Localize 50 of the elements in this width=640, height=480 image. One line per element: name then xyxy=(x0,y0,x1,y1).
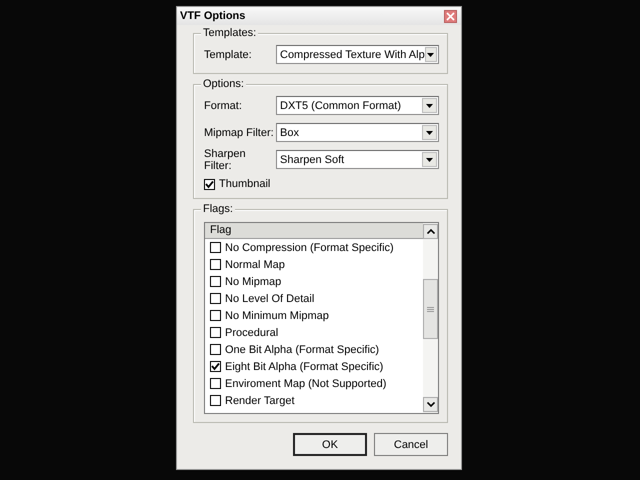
checkbox-label: No Level Of Detail xyxy=(225,292,314,304)
dropdown-arrow-icon xyxy=(426,130,433,134)
cancel-button[interactable]: Cancel xyxy=(374,433,448,456)
checkbox[interactable] xyxy=(210,378,221,389)
group-legend: Flags: xyxy=(201,203,235,215)
field-label: Mipmap Filter: xyxy=(204,126,275,138)
field-label: Format: xyxy=(204,100,243,112)
close-button[interactable] xyxy=(444,10,457,22)
group-legend: Options: xyxy=(201,78,246,90)
checkbox[interactable] xyxy=(210,276,221,287)
checkbox-label: No Compression (Format Specific) xyxy=(225,242,394,254)
grip-icon xyxy=(427,306,434,312)
dropdown-arrow-icon xyxy=(427,52,434,56)
checkbox[interactable] xyxy=(210,293,221,304)
checkbox-label: No Mipmap xyxy=(225,276,282,288)
dropdown-field[interactable]: Sharpen Soft xyxy=(276,150,439,169)
group-legend: Templates: xyxy=(201,27,258,39)
checkbox-label: Render Target xyxy=(225,394,295,406)
dropdown-field[interactable]: DXT5 (Common Format) xyxy=(276,96,439,115)
checkbox[interactable] xyxy=(210,259,221,270)
checkbox-label: Procedural xyxy=(225,326,278,338)
checkbox[interactable] xyxy=(210,395,221,406)
checkbox-label: Thumbnail xyxy=(219,178,270,190)
scroll-up-button[interactable] xyxy=(423,224,438,239)
checkbox[interactable] xyxy=(204,178,215,190)
checkbox[interactable] xyxy=(210,344,221,355)
chevron-down-icon xyxy=(426,402,434,407)
checkbox-label: Eight Bit Alpha (Format Specific) xyxy=(225,360,384,372)
ok-button[interactable]: OK xyxy=(293,433,367,456)
scrollbar[interactable] xyxy=(423,223,438,413)
field-label: Template: xyxy=(204,48,253,60)
checkbox[interactable] xyxy=(210,310,221,321)
dropdown-field[interactable]: Box xyxy=(276,123,439,142)
checkbox[interactable] xyxy=(210,242,221,253)
checkbox-label: Enviroment Map (Not Supported) xyxy=(225,378,386,390)
checkbox-label: One Bit Alpha (Format Specific) xyxy=(225,344,380,356)
checkbox[interactable] xyxy=(210,327,221,338)
dropdown-arrow-icon xyxy=(426,104,433,108)
checkbox-label: Normal Map xyxy=(225,258,285,270)
dropdown-field[interactable]: Compressed Texture With Alp xyxy=(276,45,439,64)
checkbox-label: No Minimum Mipmap xyxy=(225,310,329,322)
window-title: VTF Options xyxy=(180,10,246,22)
scroll-thumb[interactable] xyxy=(423,279,438,339)
chevron-up-icon xyxy=(426,229,434,234)
dropdown-arrow-icon xyxy=(426,158,433,162)
column-header[interactable]: Flag xyxy=(205,223,423,239)
field-label: Sharpen Filter: xyxy=(204,148,247,172)
scroll-down-button[interactable] xyxy=(423,397,438,412)
checkbox[interactable] xyxy=(210,361,221,372)
close-icon xyxy=(446,12,455,20)
